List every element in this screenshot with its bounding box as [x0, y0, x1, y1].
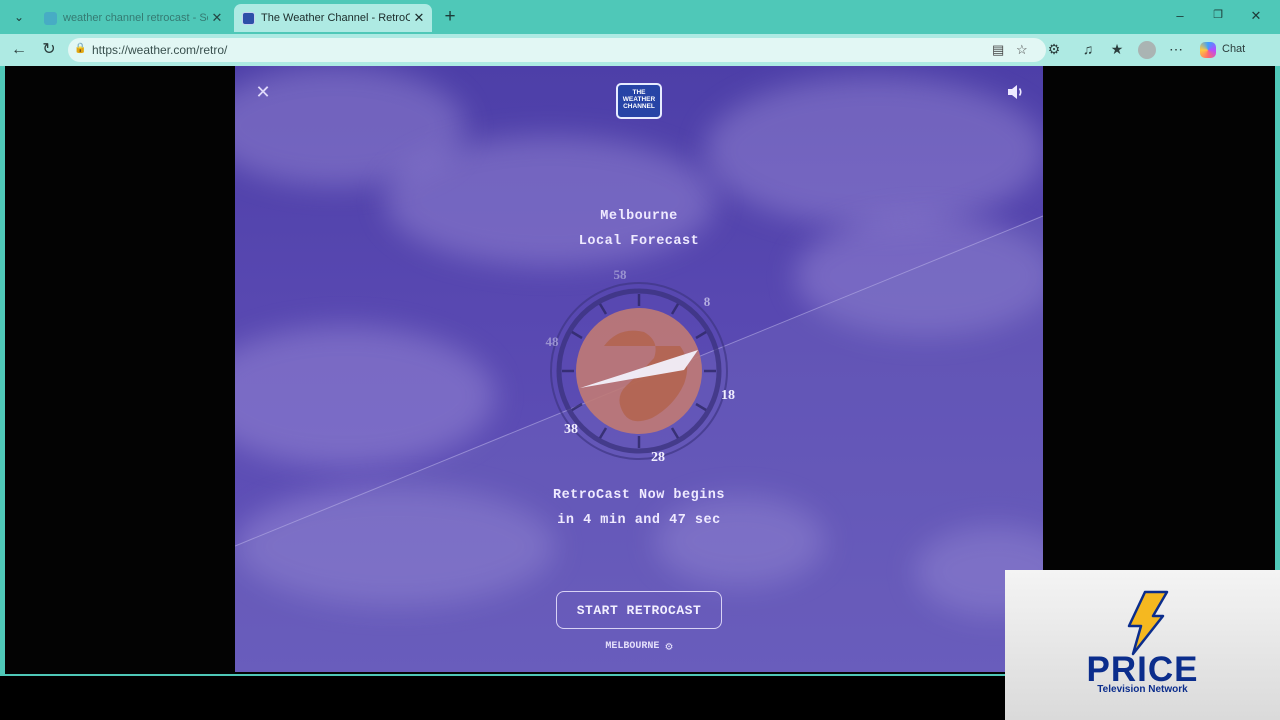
tab-retrocast[interactable]: The Weather Channel - RetroCast ✕: [234, 4, 432, 32]
close-tab-icon[interactable]: ✕: [208, 10, 226, 26]
chevron-down-icon: ⌄: [13, 10, 25, 24]
profile-avatar[interactable]: [1138, 41, 1156, 59]
clock-number: 18: [721, 388, 735, 403]
close-window-button[interactable]: ✕: [1246, 8, 1266, 24]
location-selector[interactable]: MELBOURNE ⚙: [235, 639, 1043, 654]
clock-number: 58: [613, 267, 627, 282]
logo-line: WEATHER: [622, 96, 656, 103]
countdown-line-1: RetroCast Now begins: [552, 488, 726, 503]
retrocast-stage: ✕ THE WEATHER CHANNEL Melbourne Local Fo…: [235, 66, 1043, 672]
address-bar[interactable]: 🔒 https://weather.com/retro/ ▤ ☆: [68, 38, 1046, 62]
gear-icon[interactable]: ⚙: [665, 639, 672, 654]
extensions-icon[interactable]: ⚙: [1044, 41, 1064, 58]
chat-label[interactable]: Chat: [1222, 43, 1245, 55]
reader-view-icon[interactable]: ▤: [992, 42, 1004, 58]
tab-title: weather channel retrocast - Search: [63, 12, 208, 24]
refresh-icon: ↻: [42, 41, 56, 58]
minimize-button[interactable]: –: [1170, 8, 1190, 23]
clock-number: 38: [564, 422, 578, 437]
logo-line: CHANNEL: [623, 103, 655, 110]
clock-number: 48: [545, 334, 559, 349]
weather-channel-logo: THE WEATHER CHANNEL: [616, 83, 662, 119]
location-label: MELBOURNE: [605, 641, 660, 652]
tab-search[interactable]: weather channel retrocast - Search ✕: [36, 4, 230, 32]
bing-favicon-icon: [44, 11, 57, 25]
forecast-subtitle: Local Forecast: [578, 234, 700, 249]
price-tagline: Television Network: [1097, 684, 1188, 695]
start-retrocast-button[interactable]: START RETROCAST: [556, 591, 722, 629]
price-tv-overlay: PRICE Television Network: [1005, 570, 1280, 720]
back-button[interactable]: ←: [8, 40, 30, 60]
more-options-icon[interactable]: ⋯: [1166, 41, 1186, 58]
logo-line: THE: [632, 89, 646, 96]
browser-toolbar: ← ↻ 🔒 https://weather.com/retro/ ▤ ☆ ⚙ ♫…: [0, 34, 1280, 66]
favorite-star-icon[interactable]: ☆: [1016, 42, 1028, 58]
back-arrow-icon: ←: [11, 41, 27, 58]
tab-list-button[interactable]: ⌄: [8, 6, 30, 28]
refresh-button[interactable]: ↻: [38, 40, 60, 60]
favorites-icon[interactable]: ★: [1107, 41, 1127, 58]
speaker-icon[interactable]: [1005, 82, 1027, 102]
close-tab-icon[interactable]: ✕: [410, 10, 428, 26]
tab-title: The Weather Channel - RetroCast: [261, 12, 410, 24]
browser-essentials-icon[interactable]: ♫: [1078, 41, 1098, 57]
url-text[interactable]: https://weather.com/retro/: [92, 43, 227, 57]
weather-channel-favicon-icon: [242, 11, 255, 25]
restore-button[interactable]: ❐: [1208, 8, 1228, 21]
lightning-bolt-icon: [1127, 590, 1169, 656]
clock-number: 28: [651, 450, 665, 465]
close-icon[interactable]: ✕: [253, 82, 273, 102]
countdown-line-2: in 4 min and 47 sec: [557, 513, 721, 528]
lock-icon: 🔒: [74, 43, 87, 54]
tab-bar: ⌄ weather channel retrocast - Search ✕ T…: [0, 0, 1280, 34]
clock-number: 8: [703, 294, 711, 309]
copilot-icon[interactable]: [1200, 42, 1216, 58]
new-tab-button[interactable]: +: [440, 6, 460, 28]
city-name: Melbourne: [600, 209, 678, 224]
